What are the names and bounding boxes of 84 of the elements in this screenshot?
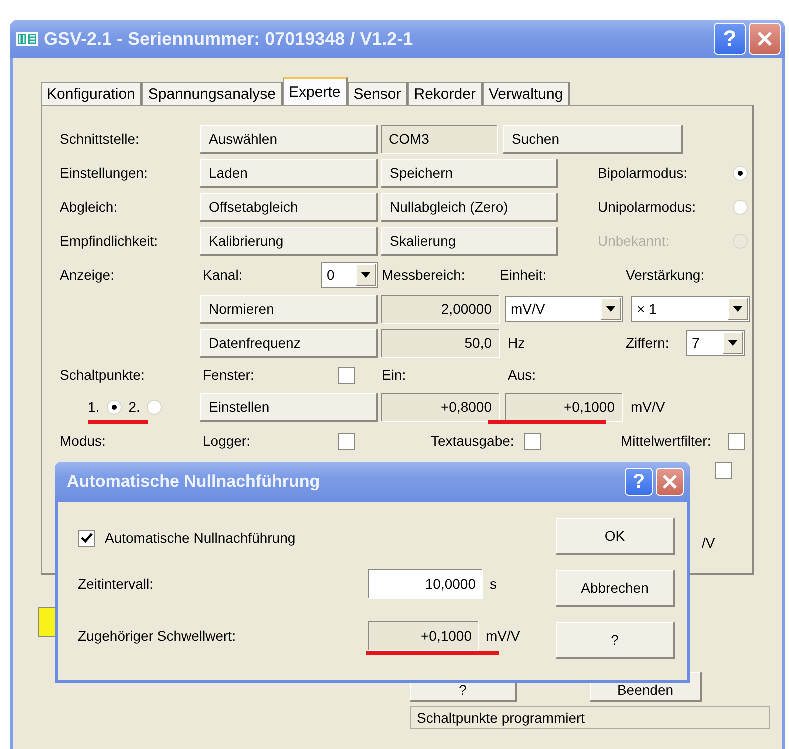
point-label: 2. bbox=[128, 399, 140, 415]
field-label: Einstellungen: bbox=[60, 165, 149, 181]
action-button[interactable]: Laden bbox=[200, 158, 378, 188]
mode-label: Unipolarmodus: bbox=[598, 199, 698, 215]
window-title: GSV-2.1 - Seriennummer: 07019348 / V1.2-1 bbox=[44, 28, 414, 50]
close-icon bbox=[660, 472, 680, 492]
action-button[interactable]: Nullabgleich (Zero) bbox=[381, 192, 558, 222]
rate-field: 50,0 bbox=[381, 328, 500, 358]
on-value-field: +0,8000 bbox=[381, 392, 500, 422]
off-value-field: +0,1000 bbox=[505, 392, 623, 422]
checkbox-label: Automatische Nullnachführung bbox=[105, 530, 296, 546]
point-label: 1. bbox=[88, 399, 100, 415]
field-label: Zugehöriger Schwellwert: bbox=[78, 628, 237, 644]
rate-button[interactable]: Datenfrequenz bbox=[200, 328, 378, 358]
field-label: Abgleich: bbox=[60, 199, 119, 215]
underline-mark bbox=[88, 420, 148, 424]
port-field: COM3 bbox=[381, 124, 498, 154]
unit-label: /V bbox=[702, 535, 716, 551]
option-label: Mittelwertfilter: bbox=[620, 433, 712, 449]
threshold-field: +0,1000 bbox=[368, 621, 479, 651]
radio-button[interactable] bbox=[106, 400, 122, 414]
checkbox[interactable] bbox=[715, 462, 732, 478]
dropdown[interactable]: × 1 bbox=[631, 296, 750, 322]
field-label: Empfindlichkeit: bbox=[60, 233, 160, 249]
app-icon bbox=[16, 32, 38, 46]
status-bar: Schaltpunkte programmiert bbox=[410, 706, 770, 729]
unit-label: Hz bbox=[508, 335, 526, 351]
checkbox[interactable] bbox=[524, 432, 541, 450]
range-field: 2,00000 bbox=[381, 294, 500, 324]
dropdown[interactable]: 7 bbox=[686, 330, 745, 356]
column-label: Messbereich: bbox=[381, 267, 466, 283]
tab[interactable]: Sensor bbox=[348, 82, 408, 105]
dialog-button[interactable]: OK bbox=[556, 518, 675, 555]
tab[interactable]: Experte bbox=[283, 77, 348, 105]
set-button[interactable]: Einstellen bbox=[200, 392, 378, 422]
field-label: Ziffern: bbox=[626, 335, 670, 351]
checkbox[interactable] bbox=[728, 432, 745, 450]
field-label: Anzeige: bbox=[60, 267, 116, 283]
column-label: Aus: bbox=[508, 367, 536, 383]
field-label: Modus: bbox=[60, 433, 107, 449]
select-button[interactable]: Auswählen bbox=[200, 124, 378, 154]
action-button[interactable]: Speichern bbox=[381, 158, 558, 188]
unit-label: mV/V bbox=[631, 399, 666, 415]
dialog-title: Automatische Nullnachführung bbox=[67, 472, 322, 492]
close-icon bbox=[755, 29, 775, 49]
close-button[interactable] bbox=[749, 23, 781, 55]
unit-label: s bbox=[490, 576, 497, 592]
interval-field[interactable]: 10,0000 bbox=[368, 569, 483, 599]
radio-button[interactable] bbox=[733, 166, 748, 180]
dropdown-arrow-icon bbox=[361, 272, 371, 278]
column-label: Einheit: bbox=[500, 267, 548, 283]
field-label: Schnittstelle: bbox=[60, 131, 140, 147]
tab[interactable]: Spannungsanalyse bbox=[142, 82, 284, 105]
option-label: Textausgabe: bbox=[430, 433, 516, 449]
checkbox[interactable] bbox=[338, 366, 355, 384]
column-label: Ein: bbox=[382, 367, 408, 383]
close-button[interactable] bbox=[656, 468, 684, 496]
dropdown-arrow-icon bbox=[606, 306, 616, 312]
dropdown[interactable]: mV/V bbox=[505, 296, 623, 322]
field-label: Zeitintervall: bbox=[78, 576, 154, 592]
dialog-button[interactable]: ? bbox=[556, 622, 675, 659]
checkmark-icon bbox=[80, 532, 92, 544]
tab[interactable]: Rekorder bbox=[408, 82, 483, 105]
mode-label: Bipolarmodus: bbox=[598, 165, 688, 181]
radio-button[interactable] bbox=[147, 400, 162, 414]
dropdown-arrow-icon bbox=[728, 340, 738, 346]
checkbox[interactable] bbox=[78, 530, 95, 546]
search-button[interactable]: Suchen bbox=[503, 124, 683, 154]
checkbox[interactable] bbox=[338, 432, 355, 450]
unit-label: mV/V bbox=[486, 628, 520, 644]
dropdown-arrow-icon bbox=[733, 306, 743, 312]
radio-button[interactable] bbox=[733, 200, 748, 214]
field-label: Fenster: bbox=[202, 367, 256, 383]
column-label: Verstärkung: bbox=[626, 267, 705, 283]
option-label: Logger: bbox=[202, 433, 252, 449]
dialog-button[interactable]: Abbrechen bbox=[556, 570, 675, 607]
mode-label: Unbekannt: bbox=[598, 233, 671, 249]
tab[interactable]: Konfiguration bbox=[41, 82, 142, 105]
field-label: Kanal: bbox=[202, 267, 244, 283]
normalize-button[interactable]: Normieren bbox=[200, 294, 378, 324]
dropdown[interactable]: 0 bbox=[321, 262, 378, 288]
tab[interactable]: Verwaltung bbox=[482, 82, 570, 105]
field-label: Schaltpunkte: bbox=[60, 367, 146, 383]
action-button[interactable]: Offsetabgleich bbox=[200, 192, 378, 222]
